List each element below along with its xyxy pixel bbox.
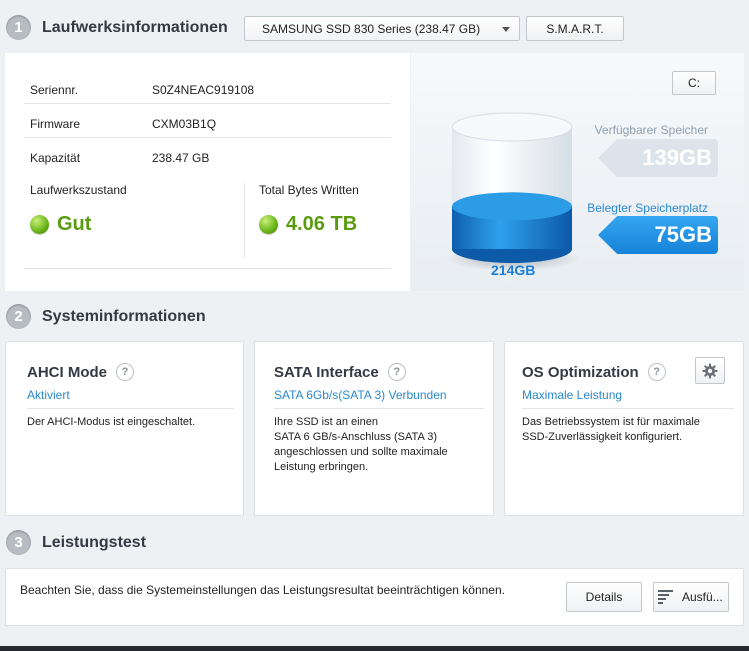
info-label: Kapazität [30,151,81,165]
section-benchmark-header: 3 Leistungstest [6,530,146,555]
section-title: Leistungstest [42,533,147,551]
health-status: Laufwerkszustand Gut [30,183,127,236]
section-number: 2 [6,304,31,329]
smart-button[interactable]: S.M.A.R.T. [526,16,624,41]
section-title: Laufwerksinformationen [42,18,228,36]
health-label: Laufwerkszustand [30,183,127,197]
run-benchmark-label: Ausfü... [682,590,723,604]
card-title: SATA Interface [274,363,379,381]
divider [24,268,391,269]
drive-letter-button[interactable]: C: [672,71,716,95]
tbw-label: Total Bytes Written [259,183,359,197]
divider [244,183,245,258]
card-os-optimization: OS Optimization ? Maximale Leistung Das … [504,341,744,516]
status-ok-icon [259,215,278,234]
card-description: Ihre SSD ist an einen SATA 6 GB/s-Anschl… [274,416,448,473]
benchmark-panel: Beachten Sie, dass die Systemeinstellung… [5,568,744,626]
section-number: 1 [6,15,31,40]
used-space-value: 75GB [598,216,718,254]
free-space-value: 139GB [598,139,718,177]
info-label: Firmware [30,117,80,131]
storage-cylinder-icon [445,112,581,271]
help-icon[interactable]: ? [387,363,406,381]
card-ahci-mode: AHCI Mode ? Aktiviert Der AHCI-Modus ist… [5,341,244,516]
capacity-panel: C: Verfügbarer Speicher 139GB Belegter S… [411,53,744,291]
divider [522,408,734,409]
status-ok-icon [30,215,49,234]
drive-info-panel: Seriennr. S0Z4NEAC919108 Firmware CXM03B… [5,53,410,291]
info-row: Seriennr. S0Z4NEAC919108 [24,70,391,104]
help-icon[interactable]: ? [647,363,666,381]
help-icon[interactable]: ? [116,363,134,381]
card-description: Der AHCI-Modus ist eingeschaltet. [27,416,196,428]
settings-button[interactable] [695,357,725,384]
used-space-surface [452,192,572,221]
info-row: Firmware CXM03B1Q [24,104,391,138]
card-status: Aktiviert [27,388,70,402]
divider [27,408,234,409]
run-benchmark-button[interactable]: Ausfü... [653,582,729,612]
info-value: 238.47 GB [152,151,210,165]
info-value: CXM03B1Q [152,117,217,131]
window-bottom-edge [0,646,749,651]
section-system-info-header: 2 Systeminformationen [6,304,206,329]
card-title: OS Optimization [522,363,639,381]
card-status: Maximale Leistung [522,388,623,402]
tbw-value: 4.06 TB [286,213,358,235]
info-value: S0Z4NEAC919108 [152,83,255,97]
chevron-down-icon [502,27,510,32]
info-row: Kapazität 238.47 GB [24,138,391,172]
card-title: AHCI Mode [27,363,107,381]
card-sata-interface: SATA Interface ? SATA 6Gb/s(SATA 3) Verb… [254,341,494,516]
total-capacity: 214GB [491,262,536,278]
info-label: Seriennr. [30,83,79,97]
benchmark-note: Beachten Sie, dass die Systemeinstellung… [20,583,505,597]
bars-icon [658,590,673,604]
drive-dropdown-value: SAMSUNG SSD 830 Series (238.47 GB) [262,22,481,36]
details-button[interactable]: Details [566,582,642,612]
tbw-status: Total Bytes Written 4.06 TB [259,183,359,236]
health-value: Gut [57,213,92,235]
gear-icon [702,363,718,378]
card-description: Das Betriebssystem ist für maximale SSD-… [522,416,700,443]
section-title: Systeminformationen [42,307,206,325]
divider [274,408,484,409]
drive-dropdown[interactable]: SAMSUNG SSD 830 Series (238.47 GB) [244,16,520,41]
free-space-label: Verfügbarer Speicher [594,123,708,137]
section-number: 3 [6,530,31,555]
used-space-label: Belegter Speicherplatz [587,201,708,215]
card-status: SATA 6Gb/s(SATA 3) Verbunden [274,388,447,402]
section-drive-info-header: 1 Laufwerksinformationen [6,15,228,40]
